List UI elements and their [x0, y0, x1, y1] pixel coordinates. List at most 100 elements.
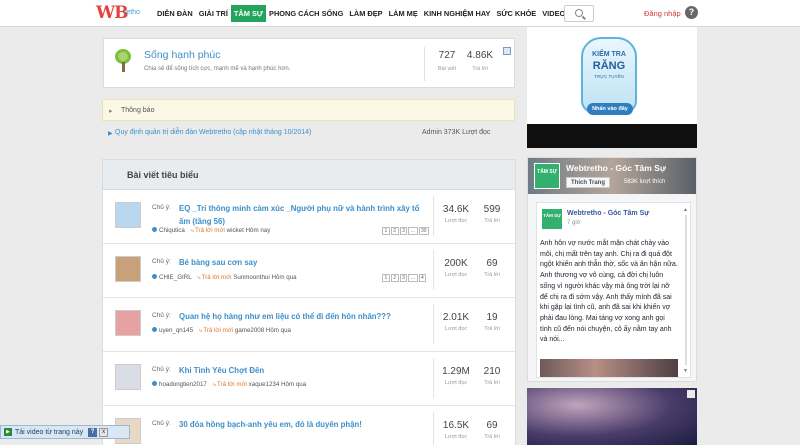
last-reply-time: Hôm qua — [265, 327, 291, 334]
replies-label: Trả lời — [484, 326, 500, 332]
thread-title[interactable]: Quan hệ họ hàng như em liệu có thể đi đế… — [179, 310, 429, 323]
site-logo[interactable]: WB retho — [96, 2, 154, 24]
nav-dien-dan[interactable]: DIỄN ĐÀN — [154, 5, 196, 22]
page-logo[interactable]: TÂM SỰ — [534, 163, 560, 189]
thread-replies: 69 Trả lời — [472, 258, 512, 278]
page-link[interactable]: 4 — [418, 274, 427, 282]
download-label[interactable]: Tải video từ trang này — [15, 429, 83, 436]
facebook-cover[interactable]: TÂM SỰ Webtretho - Góc Tâm Sự Thích Tran… — [528, 158, 696, 194]
thread-title[interactable]: Khi Tình Yêu Chợt Đến — [179, 364, 429, 377]
search-button[interactable] — [564, 5, 594, 22]
divider — [433, 412, 434, 445]
last-reply-user[interactable]: xaque1234 — [249, 381, 280, 388]
post-author[interactable]: Webtretho - Góc Tâm Sự — [567, 210, 649, 217]
avatar[interactable] — [115, 364, 141, 390]
like-page-button[interactable]: Thích Trang — [566, 177, 611, 188]
replies-label: Trả lời — [484, 218, 500, 224]
last-reply-label: Trả lời mới — [191, 227, 225, 234]
page-link[interactable]: 3 — [399, 274, 408, 282]
play-icon: ▶ — [4, 428, 12, 436]
page-link[interactable]: 1 — [382, 274, 390, 282]
post-image[interactable] — [540, 359, 678, 377]
ad-choices-icon[interactable] — [687, 390, 695, 398]
thread-title[interactable]: 30 đóa hồng bạch-anh yêu em, đó là duyên… — [179, 418, 429, 431]
notice-item[interactable]: ▶ Quy định quản trị diễn đàn Webtretho (… — [102, 124, 515, 144]
thread-views: 34.6K Lượt đọc — [436, 204, 476, 224]
notice-item-title[interactable]: Quy định quản trị diễn đàn Webtretho (cậ… — [115, 129, 311, 136]
nav-lam-dep[interactable]: LÀM ĐẸP — [346, 5, 385, 22]
dental-ad-banner[interactable]: KIỂM TRA RĂNG TRỰC TUYẾN Nhấn vào đây — [527, 27, 697, 148]
nav-giai-tri[interactable]: GIẢI TRÍ — [196, 5, 231, 22]
notice-item-meta: Admin 373K Lượt đọc — [422, 129, 491, 136]
video-download-bar[interactable]: ▶ Tải video từ trang này ? x — [0, 425, 130, 439]
last-reply-user[interactable]: game2008 — [235, 327, 264, 334]
avatar[interactable] — [115, 202, 141, 228]
notice-section: ▸ Thông báo ▶ Quy định quản trị diễn đàn… — [102, 99, 515, 155]
thread-author[interactable]: CHIE_GIRL — [159, 274, 191, 281]
thread-views: 2.01K Lượt đọc — [436, 312, 476, 332]
replies-count: 210 — [483, 366, 501, 377]
page-link[interactable]: 3 — [399, 227, 408, 235]
page-link[interactable]: 1 — [382, 227, 390, 235]
thread-title[interactable]: EQ _Trí thông minh cảm xúc _Người phụ nữ… — [179, 202, 429, 228]
help-icon[interactable]: ? — [685, 6, 698, 19]
last-reply-user[interactable]: Sunmoonthui — [233, 274, 269, 281]
user-icon — [152, 381, 157, 386]
post-scrollbar[interactable]: ▲ ▼ — [683, 207, 689, 375]
page-link[interactable]: 2 — [390, 227, 399, 235]
replies-label: Trả lời — [484, 272, 500, 278]
facebook-page-name[interactable]: Webtretho - Góc Tâm Sự — [566, 163, 666, 173]
scroll-down-icon[interactable]: ▼ — [683, 368, 688, 374]
nav-lam-me[interactable]: LÀM MẸ — [386, 5, 421, 22]
thread-title[interactable]: Bé bàng sau cơn say — [179, 256, 429, 269]
nav-kinh-nghiem-hay[interactable]: KINH NGHIỆM HAY — [421, 5, 494, 22]
page-link[interactable]: 30 — [418, 227, 430, 235]
divider — [433, 196, 434, 236]
page-link[interactable]: 2 — [390, 274, 399, 282]
login-link[interactable]: Đăng nhập — [644, 9, 681, 18]
post-time[interactable]: 7 giờ — [567, 220, 581, 226]
avatar[interactable] — [115, 256, 141, 282]
last-reply-label: Trả lời mới — [213, 381, 247, 388]
thread-row[interactable]: Chủ ý: 30 đóa hồng bạch-anh yêu em, đó l… — [103, 406, 515, 445]
thread-row[interactable]: Chủ ý: Bé bàng sau cơn say CHIE_GIRL Trả… — [103, 244, 515, 298]
thread-meta: uyen_qn145 Trả lời mới game2008 Hôm qua — [152, 327, 291, 335]
thread-author[interactable]: uyen_qn145 — [159, 327, 193, 334]
thread-row[interactable]: Chủ ý: Khi Tình Yêu Chợt Đến hoadongtien… — [103, 352, 515, 406]
tooth-icon: KIỂM TRA RĂNG TRỰC TUYẾN Nhấn vào đây — [579, 37, 639, 119]
close-button[interactable]: x — [99, 427, 109, 437]
thread-replies: 69 Trả lời — [472, 420, 512, 440]
scroll-up-icon[interactable]: ▲ — [683, 207, 688, 213]
ad-cta-button[interactable]: Nhấn vào đây — [587, 103, 633, 115]
thread-replies: 210 Trả lời — [472, 366, 512, 386]
thread-row[interactable]: Chủ ý: EQ _Trí thông minh cảm xúc _Người… — [103, 190, 515, 244]
views-count: 2.01K — [442, 312, 470, 323]
help-button[interactable]: ? — [88, 427, 98, 437]
video-ad-banner[interactable] — [527, 388, 697, 445]
thread-replies: 599 Trả lời — [472, 204, 512, 224]
last-reply-label: Trả lời mới — [199, 327, 233, 334]
triangle-icon: ▶ — [108, 131, 113, 137]
views-count: 1.29M — [442, 366, 470, 377]
right-sidebar: KIỂM TRA RĂNG TRỰC TUYẾN Nhấn vào đây TÂ… — [527, 27, 697, 445]
facebook-like-count: 583K lượt thích — [624, 179, 666, 185]
thread-row[interactable]: Chủ ý: Quan hệ họ hàng như em liệu có th… — [103, 298, 515, 352]
nav-suc-khoe[interactable]: SỨC KHỎE — [493, 5, 539, 22]
thread-author[interactable]: Chiqutica — [159, 227, 185, 234]
nav-tam-su[interactable]: TÂM SỰ — [230, 5, 267, 22]
notice-header: ▸ Thông báo — [102, 99, 515, 121]
avatar[interactable] — [115, 310, 141, 336]
post-avatar[interactable]: TÂM SỰ — [542, 209, 562, 229]
forum-title[interactable]: Sống hạnh phúc — [144, 49, 220, 61]
logo-subtext: retho — [124, 9, 140, 16]
last-reply-time: Hôm qua — [271, 274, 297, 281]
thread-author[interactable]: hoadongtien2017 — [159, 381, 207, 388]
nav-phong-cach-song[interactable]: PHONG CÁCH SỐNG — [266, 5, 346, 22]
thread-views: 1.29M Lượt đọc — [436, 366, 476, 386]
thread-list: Chủ ý: EQ _Trí thông minh cảm xúc _Người… — [103, 190, 515, 445]
last-reply-user[interactable]: wicket — [227, 227, 244, 234]
main-menu: DIỄN ĐÀN GIẢI TRÍ TÂM SỰ PHONG CÁCH SỐNG… — [154, 5, 583, 22]
rss-icon[interactable] — [503, 47, 511, 55]
thread-views: 200K Lượt đọc — [436, 258, 476, 278]
page-ellipsis: ... — [408, 227, 418, 235]
